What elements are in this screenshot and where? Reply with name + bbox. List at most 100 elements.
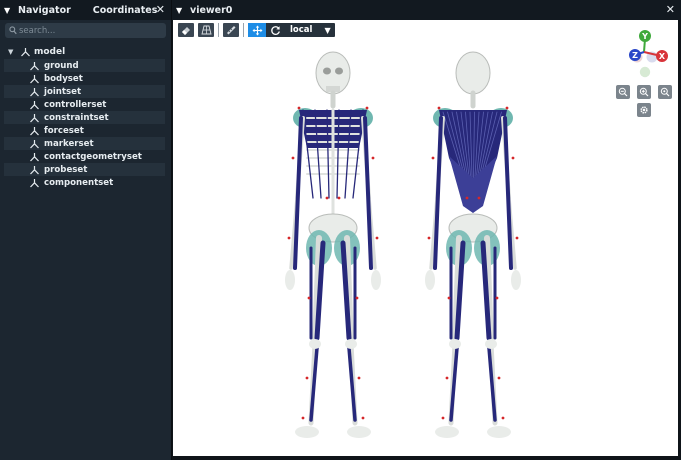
foot — [487, 426, 511, 438]
component-node-icon — [29, 100, 40, 110]
tree-item-label: controllerset — [44, 99, 107, 110]
marker-point — [325, 196, 329, 200]
camera-settings-gear-icon[interactable] — [637, 103, 651, 117]
eye-socket — [335, 67, 343, 75]
component-node-icon — [29, 178, 40, 188]
marker-point — [495, 296, 499, 300]
marker-point — [365, 106, 369, 110]
eraser-icon[interactable] — [178, 23, 194, 37]
tab-navigator[interactable]: Navigator — [16, 5, 77, 16]
component-node-icon — [20, 47, 31, 57]
marker-point — [511, 156, 515, 160]
tree-item-label: model — [34, 47, 66, 57]
zoom-out-icon[interactable] — [616, 85, 630, 99]
marker-point — [445, 376, 449, 380]
panel-menu-icon[interactable]: ▼ — [4, 6, 16, 15]
tree-item-bodyset[interactable]: bodyset — [4, 72, 165, 85]
marker-point — [441, 416, 445, 420]
marker-point — [355, 296, 359, 300]
coordinate-space-value: local — [290, 25, 313, 35]
marker-point — [337, 196, 341, 200]
viewer-panel-header: ▼ viewer0 ✕ — [172, 0, 681, 20]
close-icon[interactable]: ✕ — [666, 3, 675, 16]
component-node-icon — [29, 139, 40, 149]
knee — [309, 339, 321, 349]
component-node-icon — [29, 87, 40, 97]
search-icon — [5, 23, 19, 38]
marker-point — [287, 236, 291, 240]
x-axis-label: X — [659, 52, 666, 61]
marker-point — [427, 236, 431, 240]
knee — [449, 339, 461, 349]
tab-viewer0[interactable]: viewer0 — [188, 5, 238, 16]
search-box[interactable] — [5, 23, 166, 38]
marker-point — [437, 106, 441, 110]
tree-item-ground[interactable]: ground — [4, 59, 165, 72]
manipulator-mode-group: local ▼ — [248, 23, 335, 37]
close-icon[interactable]: ✕ — [156, 3, 165, 16]
tree-item-label: componentset — [44, 177, 114, 188]
marker-point — [515, 236, 519, 240]
camera-controls — [616, 85, 674, 117]
tree-item-model[interactable]: ▼ model — [0, 45, 171, 59]
marker-point — [505, 106, 509, 110]
foot — [295, 426, 319, 438]
marker-point — [465, 196, 469, 200]
tree-children: ground bodyset jointset controllerset constr… — [0, 59, 171, 189]
toolbar-divider — [218, 23, 219, 37]
tree-item-label: ground — [44, 60, 79, 71]
marker-point — [501, 416, 505, 420]
toolbar-divider — [243, 23, 244, 37]
component-node-icon — [29, 113, 40, 123]
viewer-panel: ▼ viewer0 ✕ local ▼ Y X Z — [172, 0, 681, 460]
tab-coordinates[interactable]: Coordinates — [87, 5, 164, 16]
component-node-icon — [29, 61, 40, 71]
tree-item-markerset[interactable]: markerset — [4, 137, 165, 150]
tree-item-constraintset[interactable]: constraintset — [4, 111, 165, 124]
neg-y-axis-dot[interactable] — [639, 66, 651, 78]
search-input[interactable] — [19, 25, 159, 36]
tree-item-label: markerset — [44, 138, 94, 149]
marker-point — [301, 416, 305, 420]
component-node-icon — [29, 74, 40, 84]
zoom-in-icon[interactable] — [637, 85, 651, 99]
marker-point — [307, 296, 311, 300]
tree-item-label: jointset — [44, 86, 82, 97]
expand-caret-icon[interactable]: ▼ — [8, 48, 16, 56]
z-axis-label: Z — [632, 51, 638, 60]
component-node-icon — [29, 165, 40, 175]
marker-point — [357, 376, 361, 380]
coordinate-space-select[interactable]: local ▼ — [284, 23, 335, 37]
tree-item-label: contactgeometryset — [44, 151, 142, 162]
3d-viewport[interactable]: local ▼ Y X Z — [173, 20, 678, 456]
grid-floor-icon[interactable] — [198, 23, 214, 37]
marker-point — [431, 156, 435, 160]
zoom-fit-icon[interactable] — [658, 85, 672, 99]
tree-item-controllerset[interactable]: controllerset — [4, 98, 165, 111]
musculoskeletal-scene[interactable] — [273, 48, 543, 456]
orientation-gizmo[interactable]: Y X Z — [617, 26, 673, 81]
y-axis-label: Y — [641, 32, 648, 41]
tree-item-label: probeset — [44, 164, 88, 175]
tree-item-forceset[interactable]: forceset — [4, 124, 165, 137]
tree-item-probeset[interactable]: probeset — [4, 163, 165, 176]
tree-item-componentset[interactable]: componentset — [4, 176, 165, 189]
eye-socket — [323, 67, 331, 75]
move-icon[interactable] — [248, 23, 266, 37]
marker-point — [361, 416, 365, 420]
knee — [485, 339, 497, 349]
tree-item-label: constraintset — [44, 112, 109, 123]
hand — [425, 270, 435, 290]
tree-item-contactgeometryset[interactable]: contactgeometryset — [4, 150, 165, 163]
panel-menu-icon[interactable]: ▼ — [176, 6, 188, 15]
skull — [455, 51, 491, 95]
marker-point — [477, 196, 481, 200]
rotate-icon[interactable] — [266, 23, 284, 37]
hand — [371, 270, 381, 290]
navigator-panel-header: ▼ Navigator Coordinates ✕ — [0, 0, 171, 20]
marker-point — [291, 156, 295, 160]
tree-item-jointset[interactable]: jointset — [4, 85, 165, 98]
component-tree: ▼ model ground bodyset jointset controllers… — [0, 45, 171, 189]
ruler-icon[interactable] — [223, 23, 239, 37]
marker-point — [297, 106, 301, 110]
